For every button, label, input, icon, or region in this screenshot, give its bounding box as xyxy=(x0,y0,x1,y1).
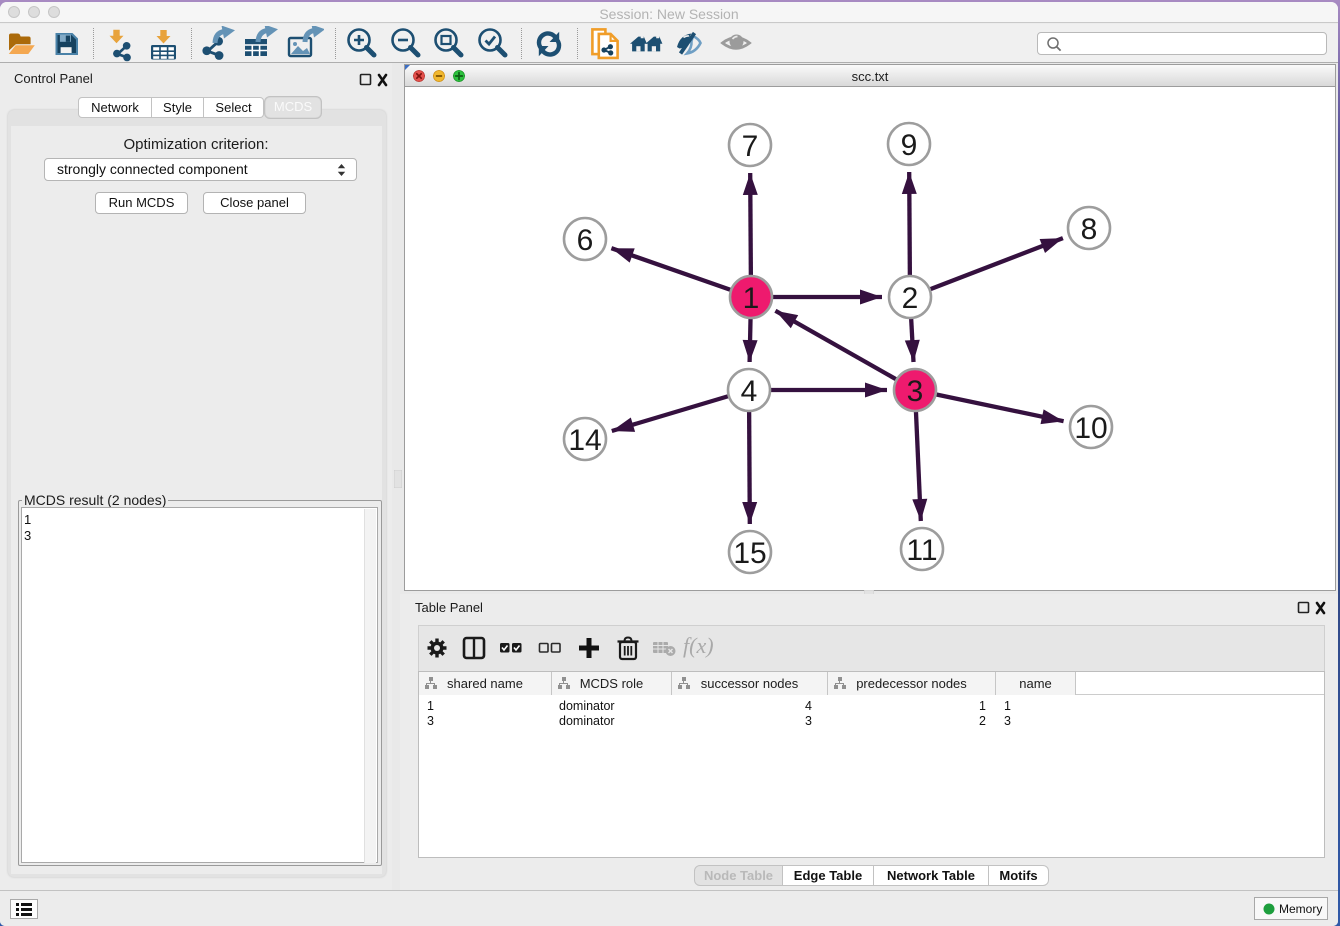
svg-text:1: 1 xyxy=(743,282,760,315)
svg-text:9: 9 xyxy=(901,129,918,162)
svg-text:8: 8 xyxy=(1081,213,1098,246)
svg-text:10: 10 xyxy=(1074,412,1107,445)
svg-text:14: 14 xyxy=(568,424,601,457)
svg-text:15: 15 xyxy=(733,537,766,570)
svg-text:2: 2 xyxy=(902,282,919,315)
svg-text:7: 7 xyxy=(742,130,759,163)
svg-text:f(x): f(x) xyxy=(683,634,714,658)
svg-text:6: 6 xyxy=(577,224,594,257)
svg-text:3: 3 xyxy=(907,375,924,408)
svg-text:11: 11 xyxy=(906,534,937,567)
svg-text:4: 4 xyxy=(741,375,758,408)
